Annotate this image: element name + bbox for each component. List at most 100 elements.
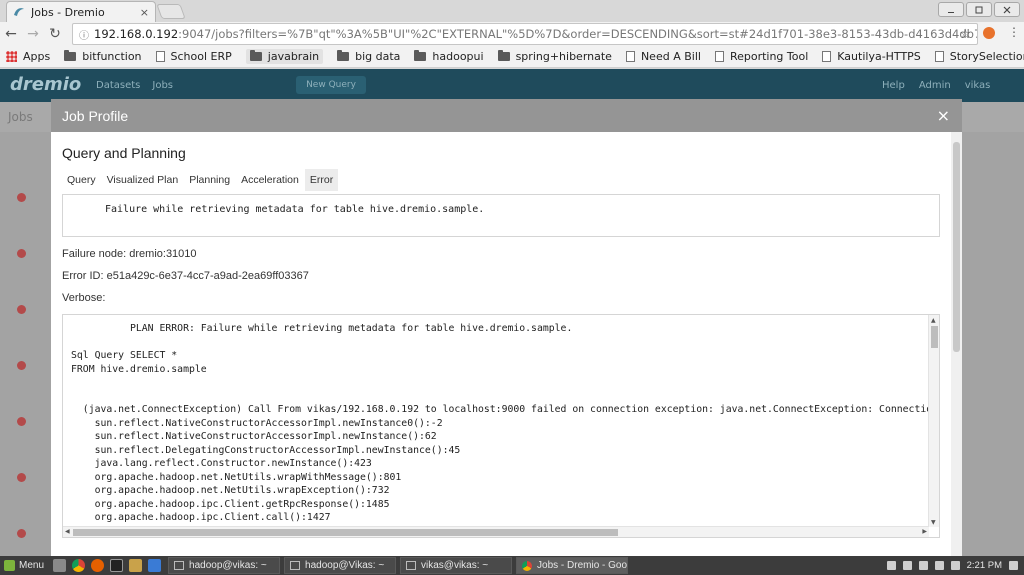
system-tray: 2:21 PM	[886, 556, 1018, 575]
bookmark-school-erp[interactable]: School ERP	[155, 50, 232, 63]
bookmark-bitfunction[interactable]: bitfunction	[64, 50, 142, 63]
page-icon	[155, 51, 165, 62]
scroll-down-icon[interactable]: ▼	[931, 519, 936, 526]
bookmark-label: School ERP	[170, 50, 232, 63]
browser-tab-jobs-dremio[interactable]: Jobs - Dremio ×	[6, 1, 156, 22]
bookmark-kautilya-https[interactable]: Kautilya-HTTPS	[822, 50, 921, 63]
page-icon	[822, 51, 832, 62]
job-status-icon	[17, 193, 26, 202]
modal-scrollbar[interactable]	[951, 132, 962, 556]
bookmark-star-icon[interactable]: ☆	[959, 27, 971, 42]
verbose-text: PLAN ERROR: Failure while retrieving met…	[71, 323, 929, 523]
extension-icon[interactable]	[983, 27, 995, 39]
browser-menu-icon[interactable]: ⋮	[1008, 25, 1020, 39]
chrome-icon	[522, 560, 533, 571]
info-icon[interactable]: ⓘ	[79, 27, 89, 42]
scroll-left-icon[interactable]: ◀	[65, 528, 70, 535]
task-label: hadoop@Vikas: ~	[305, 560, 385, 571]
battery-icon[interactable]	[950, 561, 960, 570]
tab-acceleration[interactable]: Acceleration	[236, 169, 304, 191]
job-profile-modal: Job Profile × Query and Planning Query V…	[51, 99, 962, 556]
maximize-button[interactable]	[966, 2, 992, 17]
bookmark-hadoopui[interactable]: hadoopui	[414, 50, 484, 63]
forward-button[interactable]: →	[22, 23, 44, 45]
tab-query[interactable]: Query	[62, 169, 101, 191]
bookmark-big-data[interactable]: big data	[337, 50, 400, 63]
bookmark-label: Kautilya-HTTPS	[837, 50, 921, 63]
files-launcher-icon[interactable]	[129, 559, 143, 572]
scroll-right-icon[interactable]: ▶	[922, 528, 927, 535]
maximize-icon	[975, 6, 983, 13]
verbose-vertical-scrollbar[interactable]: ▲ ▼	[928, 315, 939, 527]
task-label: Jobs - Dremio - Goo...	[537, 560, 629, 571]
start-menu-button[interactable]: Menu	[0, 556, 50, 575]
chrome-launcher-icon[interactable]	[72, 559, 86, 572]
tab-close-icon[interactable]: ×	[140, 6, 149, 19]
bluetooth-icon[interactable]	[886, 561, 896, 570]
bookmark-spring-hibernate[interactable]: spring+hibernate	[497, 50, 612, 63]
job-status-icon	[17, 417, 26, 426]
address-bar[interactable]: ⓘ 192.168.0.192:9047/jobs?filters=%7B"qt…	[72, 23, 978, 45]
verbose-vertical-scroll-thumb[interactable]	[931, 326, 938, 348]
back-button[interactable]: ←	[0, 23, 22, 45]
modal-body: Query and Planning Query Visualized Plan…	[51, 132, 951, 556]
close-window-icon	[1003, 6, 1011, 13]
reload-button[interactable]: ↻	[44, 23, 66, 45]
minimize-icon	[948, 11, 954, 13]
verbose-output-box[interactable]: PLAN ERROR: Failure while retrieving met…	[62, 314, 940, 538]
bookmark-label: Need A Bill	[640, 50, 701, 63]
tab-visualized-plan[interactable]: Visualized Plan	[102, 169, 184, 191]
failure-node: Failure node: dremio:31010	[62, 248, 197, 260]
tab-error[interactable]: Error	[304, 169, 339, 191]
error-id: Error ID: e51a429c-6e37-4cc7-a9ad-2ea69f…	[62, 270, 309, 282]
os-taskbar: Menu hadoop@vikas: ~ hadoop@Vikas: ~ vikas…	[0, 556, 1024, 575]
task-label: hadoop@vikas: ~	[189, 560, 267, 571]
bookmark-need-a-bill[interactable]: Need A Bill	[625, 50, 701, 63]
tab-planning[interactable]: Planning	[184, 169, 235, 191]
dremio-logo: dremio	[10, 74, 82, 95]
keyboard-icon[interactable]	[902, 561, 912, 570]
bookmark-label: spring+hibernate	[515, 50, 612, 63]
network-icon[interactable]	[918, 561, 928, 570]
terminal-launcher-icon[interactable]	[110, 559, 124, 572]
taskbar-task[interactable]: hadoop@vikas: ~	[168, 557, 281, 574]
bookmark-label: big data	[355, 50, 401, 63]
app-launcher-icon[interactable]	[148, 559, 162, 572]
new-tab-button[interactable]	[156, 4, 186, 19]
close-window-button[interactable]	[994, 2, 1020, 17]
bookmark-label: Apps	[23, 50, 51, 63]
mint-logo-icon	[4, 560, 15, 571]
nav-help[interactable]: Help	[882, 80, 905, 91]
bookmark-reporting-tool[interactable]: Reporting Tool	[714, 50, 808, 63]
clock[interactable]: 2:21 PM	[967, 560, 1002, 571]
modal-scroll-thumb[interactable]	[953, 142, 960, 352]
scroll-up-icon[interactable]: ▲	[931, 317, 936, 324]
bookmark-javabrain[interactable]: javabrain	[245, 49, 324, 64]
nav-admin[interactable]: Admin	[919, 80, 951, 91]
firefox-launcher-icon[interactable]	[91, 559, 105, 572]
profile-tabs: Query Visualized Plan Planning Accelerat…	[62, 169, 940, 191]
nav-jobs[interactable]: Jobs	[152, 80, 173, 91]
verbose-horizontal-scroll-thumb[interactable]	[73, 529, 618, 536]
folder-icon	[64, 50, 77, 61]
nav-user[interactable]: vikas	[965, 80, 991, 91]
taskbar-task[interactable]: hadoop@Vikas: ~	[284, 557, 397, 574]
new-query-button[interactable]: New Query	[296, 76, 366, 94]
minimize-button[interactable]	[938, 2, 964, 17]
folder-icon	[497, 50, 510, 61]
bookmark-storyselection[interactable]: StorySelection	[934, 50, 1024, 63]
taskbar-task[interactable]: vikas@vikas: ~	[400, 557, 513, 574]
url-path: :9047/jobs?filters=%7B"qt"%3A%5B"UI"%2C"…	[178, 27, 978, 41]
modal-close-icon[interactable]: ×	[937, 106, 950, 125]
job-status-icon	[17, 305, 26, 314]
volume-icon[interactable]	[934, 561, 944, 570]
taskbar-task[interactable]: Jobs - Dremio - Goo...	[516, 557, 629, 574]
power-icon[interactable]	[1009, 561, 1018, 570]
show-desktop-icon[interactable]	[53, 559, 67, 572]
section-title: Query and Planning	[62, 145, 186, 161]
nav-datasets[interactable]: Datasets	[96, 80, 140, 91]
verbose-horizontal-scrollbar[interactable]: ◀ ▶	[63, 526, 929, 537]
bookmark-apps[interactable]: Apps	[6, 50, 50, 63]
bookmarks-bar: Apps bitfunction School ERP javabrain big da…	[0, 46, 1024, 68]
browser-titlebar: Jobs - Dremio ×	[0, 0, 1024, 22]
